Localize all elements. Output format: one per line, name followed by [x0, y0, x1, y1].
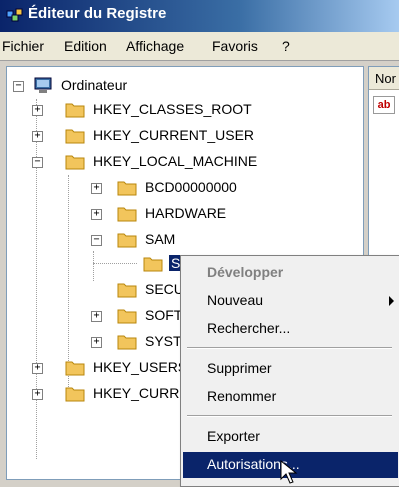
folder-icon	[65, 387, 85, 402]
menu-favoris[interactable]: Favoris	[212, 38, 258, 54]
tree-node-label: BCD00000000	[145, 179, 237, 195]
tree-node-label: HKEY_CLASSES_ROOT	[93, 101, 252, 117]
folder-icon	[117, 283, 137, 298]
tree-node-label: HKEY_USERS	[93, 359, 188, 375]
menu-item-label: Exporter	[207, 428, 260, 444]
menu-item-exporter[interactable]: Exporter	[183, 424, 398, 450]
menu-help[interactable]: ?	[282, 38, 290, 54]
folder-icon	[65, 103, 85, 118]
context-menu: Développer Nouveau Rechercher... Supprim…	[180, 255, 399, 487]
computer-icon	[34, 77, 52, 93]
collapse-root-icon[interactable]: −	[13, 81, 24, 92]
folder-open-icon	[117, 233, 137, 248]
tree-node-label: SAM	[145, 231, 176, 247]
expand-icon[interactable]: +	[91, 209, 102, 220]
expand-icon[interactable]: +	[32, 363, 43, 374]
menu-fichier[interactable]: Fichier	[2, 38, 44, 54]
folder-icon	[117, 309, 137, 324]
expand-icon[interactable]: +	[32, 131, 43, 142]
folder-icon	[117, 207, 137, 222]
mouse-pointer-icon	[280, 460, 298, 484]
menu-item-label: Renommer	[207, 388, 277, 404]
menu-separator	[187, 347, 392, 349]
window-title: Éditeur du Registre	[28, 5, 167, 22]
menu-affichage[interactable]: Affichage	[126, 38, 184, 54]
tree-node-label: HARDWARE	[145, 205, 227, 221]
collapse-icon[interactable]: −	[32, 157, 43, 168]
column-header-label: Nor	[375, 71, 396, 86]
expand-icon[interactable]: +	[32, 389, 43, 400]
menu-item-label: Développer	[207, 264, 284, 280]
folder-icon	[117, 335, 137, 350]
folder-open-icon	[65, 155, 85, 170]
expand-icon[interactable]: +	[32, 105, 43, 116]
expand-icon[interactable]: +	[91, 337, 102, 348]
folder-icon	[65, 361, 85, 376]
expand-icon[interactable]: +	[91, 311, 102, 322]
menu-item-renommer[interactable]: Renommer	[183, 384, 398, 410]
menu-item-label: Supprimer	[207, 360, 272, 376]
registry-editor-icon	[6, 8, 23, 22]
title-bar: Éditeur du Registre	[0, 0, 399, 32]
menu-edition[interactable]: Edition	[64, 38, 107, 54]
submenu-arrow-icon	[389, 296, 394, 306]
menu-item-label: Rechercher...	[207, 320, 291, 336]
menu-item-nouveau[interactable]: Nouveau	[183, 288, 398, 314]
tree-node-label: HKEY_LOCAL_MACHINE	[93, 153, 258, 169]
menu-separator	[187, 415, 392, 417]
folder-icon	[65, 129, 85, 144]
menu-item-supprimer[interactable]: Supprimer	[183, 356, 398, 382]
menu-bar: Fichier Edition Affichage Favoris ?	[0, 32, 399, 61]
expand-icon[interactable]: +	[91, 183, 102, 194]
folder-icon	[117, 181, 137, 196]
folder-icon	[143, 257, 163, 272]
menu-item-rechercher[interactable]: Rechercher...	[183, 316, 398, 342]
collapse-icon[interactable]: −	[91, 235, 102, 246]
column-header-nom[interactable]: Nor	[369, 67, 399, 90]
menu-item-developper[interactable]: Développer	[183, 260, 398, 286]
string-value-icon: ab	[373, 96, 395, 114]
tree-node-label: HKEY_CURRENT_USER	[93, 127, 255, 143]
tree-node-label: Ordinateur	[61, 77, 128, 93]
menu-item-label: Nouveau	[207, 292, 264, 308]
